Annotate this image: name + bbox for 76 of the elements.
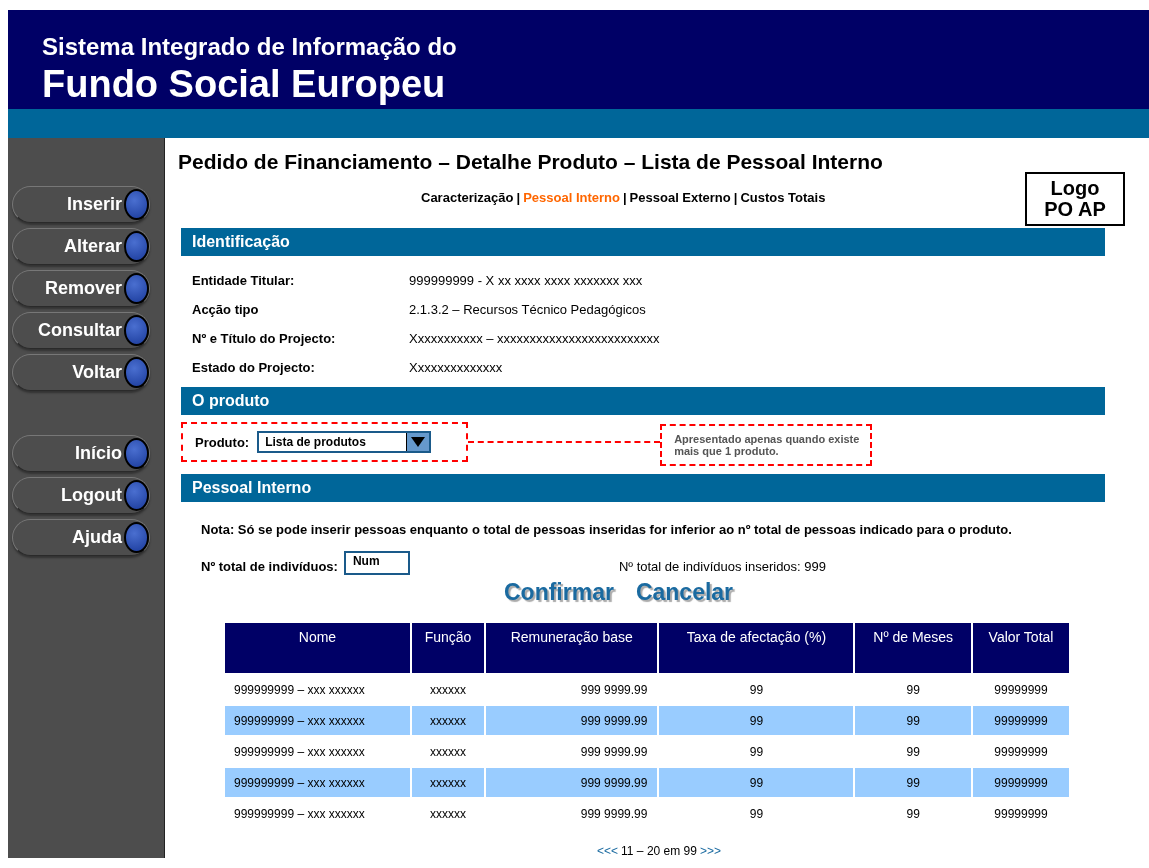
column-header: Função: [412, 623, 485, 675]
action-link[interactable]: Confirmar: [504, 579, 614, 606]
table-cell: 999999999 – xxx xxxxxx: [225, 706, 410, 737]
table-cell: 99: [855, 706, 972, 737]
tab-link[interactable]: Custos Totais: [740, 190, 826, 205]
table-cell: 99: [855, 768, 972, 799]
table-cell: 99: [659, 799, 854, 830]
circle-icon: [124, 522, 149, 553]
sidebar-button[interactable]: Início: [12, 435, 150, 472]
table-cell: 99999999: [973, 799, 1069, 830]
previous-page-link[interactable]: <<<: [597, 844, 619, 858]
field-label: Entidade Titular:: [192, 273, 296, 288]
column-header: Nome: [225, 623, 410, 675]
circle-icon: [124, 273, 149, 304]
table-cell: 999 9999.99: [486, 768, 658, 799]
field-label: Nº total de indivíduos:: [201, 558, 338, 574]
next-page-link[interactable]: >>>: [699, 844, 721, 858]
sidebar-button[interactable]: Alterar: [12, 228, 150, 265]
tab-link[interactable]: Pessoal Externo: [629, 190, 731, 205]
highlighted-row[interactable]: 999999999 – xxx xxxxxx xxxxxx 999 9999.99 99 99 99999999: [225, 768, 1069, 799]
table-cell: 999999999 – xxx xxxxxx: [225, 799, 410, 830]
sidebar-button[interactable]: Inserir: [12, 186, 150, 223]
circle-icon: [124, 189, 149, 220]
logo-text: PO AP: [1043, 199, 1107, 220]
table-cell: 99999999: [973, 768, 1069, 799]
table-cell: 999 9999.99: [486, 799, 658, 830]
table-cell: xxxxxx: [412, 768, 485, 799]
tab-link[interactable]: Caracterização: [421, 190, 514, 205]
field-label: Produto:: [195, 434, 250, 450]
total-input-field[interactable]: Num: [343, 551, 410, 575]
logo-text: Logo: [1049, 178, 1101, 199]
sidebar-button[interactable]: Logout: [12, 477, 150, 514]
tab-separator: |: [516, 190, 521, 205]
tab-separator: |: [622, 190, 627, 205]
note-text: Nota: Só se pode inserir pessoas enquanto o total de pessoas inseridas for inferior ao nº total de pessoas indicado para o produto.: [200, 521, 1013, 537]
product-dropdown[interactable]: Lista de produtos: [257, 431, 432, 453]
tab-separator: |: [733, 190, 738, 205]
page-range: 11 – 20 em 99: [621, 844, 697, 858]
field-value: Xxxxxxxxxxx – xxxxxxxxxxxxxxxxxxxxxxxxx: [409, 331, 660, 346]
table-cell: 99: [659, 768, 854, 799]
system-title: Fundo Social Europeu: [42, 62, 446, 106]
section-header: Identificação: [181, 228, 1105, 256]
column-header: Nº de Meses: [855, 623, 972, 675]
page-title: Pedido de Financiamento – Detalhe Produto – Lista de Pessoal Interno: [178, 150, 883, 174]
section-header: Pessoal Interno: [181, 474, 1105, 502]
circle-icon: [124, 315, 149, 346]
circle-icon: [124, 357, 149, 388]
table-cell: 999999999 – xxx xxxxxx: [225, 768, 410, 799]
column-header: Valor Total: [973, 623, 1069, 675]
column-header: Taxa de afectação (%): [659, 623, 854, 675]
field-value: 2.1.3.2 – Recursos Técnico Pedagógicos: [409, 302, 646, 317]
sidebar-button[interactable]: Consultar: [12, 312, 150, 349]
sidebar-button[interactable]: Remover: [12, 270, 150, 307]
field-label: Acção tipo: [192, 302, 260, 317]
table-cell: 999 9999.99: [486, 706, 658, 737]
field-value: 999999999 - X xx xxxx xxxx xxxxxxx xxx: [409, 273, 643, 288]
table-cell: 99: [855, 799, 972, 830]
table-cell: 99: [659, 706, 854, 737]
column-header: Remuneração base: [486, 623, 658, 675]
system-subtitle: Sistema Integrado de Informação do: [42, 32, 457, 62]
table-cell: xxxxxx: [412, 799, 485, 830]
section-header: O produto: [181, 387, 1105, 415]
circle-icon: [124, 231, 149, 262]
sidebar-button[interactable]: Voltar: [12, 354, 150, 391]
annotation-note: Apresentado apenas quando existe mais que 1 produto.: [660, 424, 873, 466]
table-cell: 99999999: [973, 706, 1069, 737]
field-value: Xxxxxxxxxxxxxx: [409, 360, 503, 375]
table-cell: xxxxxx: [412, 706, 485, 737]
circle-icon: [124, 438, 149, 469]
field-label: Nº e Título do Projecto:: [192, 331, 337, 346]
circle-icon: [124, 480, 149, 511]
action-link[interactable]: Cancelar: [635, 579, 734, 606]
field-label: Estado do Projecto:: [192, 360, 316, 375]
inserted-count: Nº total de indivíduos inseridos: 999: [618, 558, 826, 574]
highlighted-row[interactable]: 999999999 – xxx xxxxxx xxxxxx 999 9999.99 99 99 99999999: [225, 706, 1069, 737]
sidebar-button[interactable]: Ajuda: [12, 519, 150, 556]
